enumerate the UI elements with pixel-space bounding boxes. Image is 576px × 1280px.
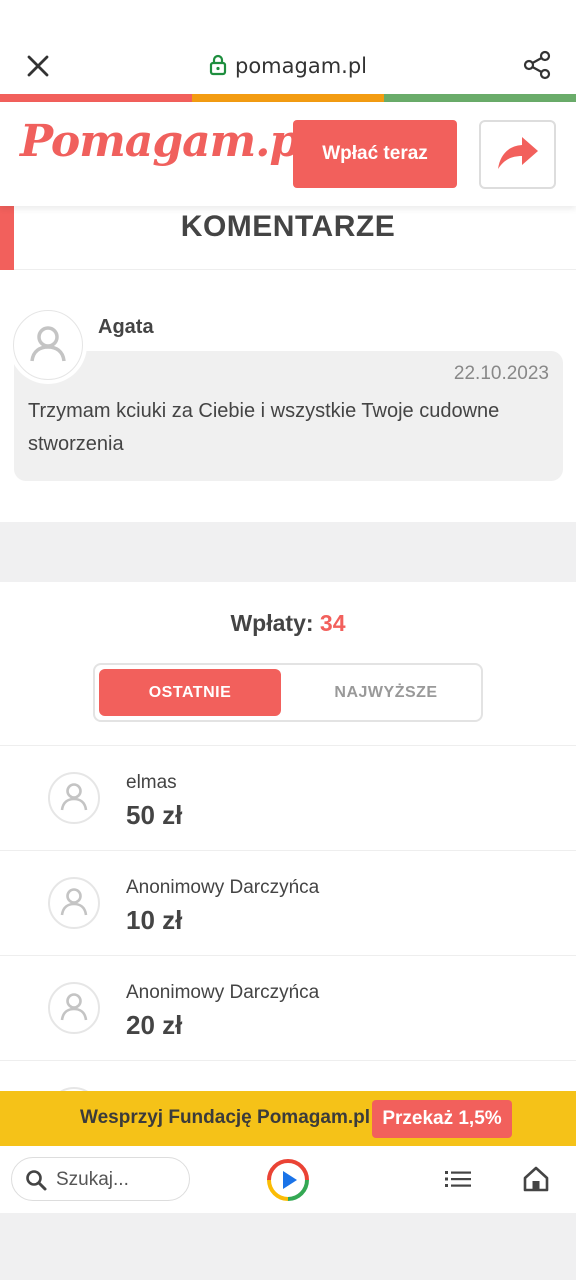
foundation-banner: Wesprzyj Fundację Pomagam.pl Przekaż 1,5… (0, 1091, 576, 1146)
donor-name: Anonimowy Darczyńca (126, 982, 320, 1003)
comment-text: Trzymam kciuki za Ciebie i wszystkie Two… (28, 400, 500, 455)
stripe-segment (192, 94, 384, 102)
donation-amount: 50 zł (126, 800, 183, 830)
search-input[interactable]: Szukaj... (11, 1157, 190, 1201)
browser-toolbar: pomagam.pl (0, 0, 576, 94)
avatar (13, 310, 83, 380)
bottom-toolbar: Szukaj... (0, 1146, 576, 1213)
site-logo[interactable]: Pomagam.pl (20, 116, 316, 167)
comments-heading: KOMENTARZE (180, 210, 396, 243)
comment-date: 22.10.2023 (453, 363, 549, 384)
comments-section: KOMENTARZE Agata 22.10.2023 Trzymam kciu… (0, 206, 576, 522)
list-item: elmas 50 zł (0, 745, 576, 850)
avatar (48, 772, 100, 824)
divider (14, 269, 576, 270)
avatar (48, 877, 100, 929)
user-icon (59, 781, 89, 815)
user-icon (59, 991, 89, 1025)
donor-name: Anonimowy Darczyńca (126, 877, 320, 898)
home-icon[interactable] (522, 1165, 550, 1193)
donate-now-button[interactable]: Wpłać teraz (293, 120, 457, 188)
banner-text: Wesprzyj Fundację Pomagam.pl (80, 1107, 371, 1128)
search-placeholder: Szukaj... (56, 1169, 129, 1190)
comment-author: Agata (98, 316, 154, 338)
donations-title: Wpłaty: 34 (0, 610, 576, 637)
donations-count: 34 (319, 610, 346, 636)
share-icon[interactable] (522, 50, 552, 80)
lock-icon (209, 54, 227, 81)
share-campaign-button[interactable] (479, 120, 556, 189)
list-item: Anonimowy Darczyńca 10 zł (0, 850, 576, 955)
search-icon (24, 1168, 48, 1196)
tab-latest[interactable]: OSTATNIE (99, 669, 281, 716)
donation-amount: 20 zł (126, 1010, 183, 1040)
url-bar[interactable]: pomagam.pl (0, 54, 576, 81)
color-stripe (0, 94, 576, 102)
user-icon (28, 323, 68, 367)
donations-section: Wpłaty: 34 OSTATNIE NAJWYŻSZE elmas 50 z… (0, 582, 576, 1139)
tab-highest[interactable]: NAJWYŻSZE (295, 669, 477, 716)
comment-card: 22.10.2023 Trzymam kciuki za Ciebie i ws… (14, 351, 563, 481)
system-nav-area (0, 1213, 576, 1280)
donations-label: Wpłaty: (230, 610, 314, 636)
site-header: Pomagam.pl Wpłać teraz (0, 102, 576, 206)
list-icon[interactable] (444, 1167, 472, 1191)
donations-sort-toggle: OSTATNIE NAJWYŻSZE (93, 663, 483, 722)
donor-name: elmas (126, 772, 177, 793)
donate-tax-button[interactable]: Przekaż 1,5% (372, 1100, 512, 1138)
url-text: pomagam.pl (235, 54, 367, 78)
share-arrow-icon (496, 135, 540, 175)
user-icon (59, 886, 89, 920)
play-icon[interactable] (266, 1158, 310, 1202)
donation-amount: 10 zł (126, 905, 183, 935)
avatar (48, 982, 100, 1034)
stripe-segment (384, 94, 576, 102)
stripe-segment (0, 94, 192, 102)
list-item: Anonimowy Darczyńca 20 zł (0, 955, 576, 1060)
